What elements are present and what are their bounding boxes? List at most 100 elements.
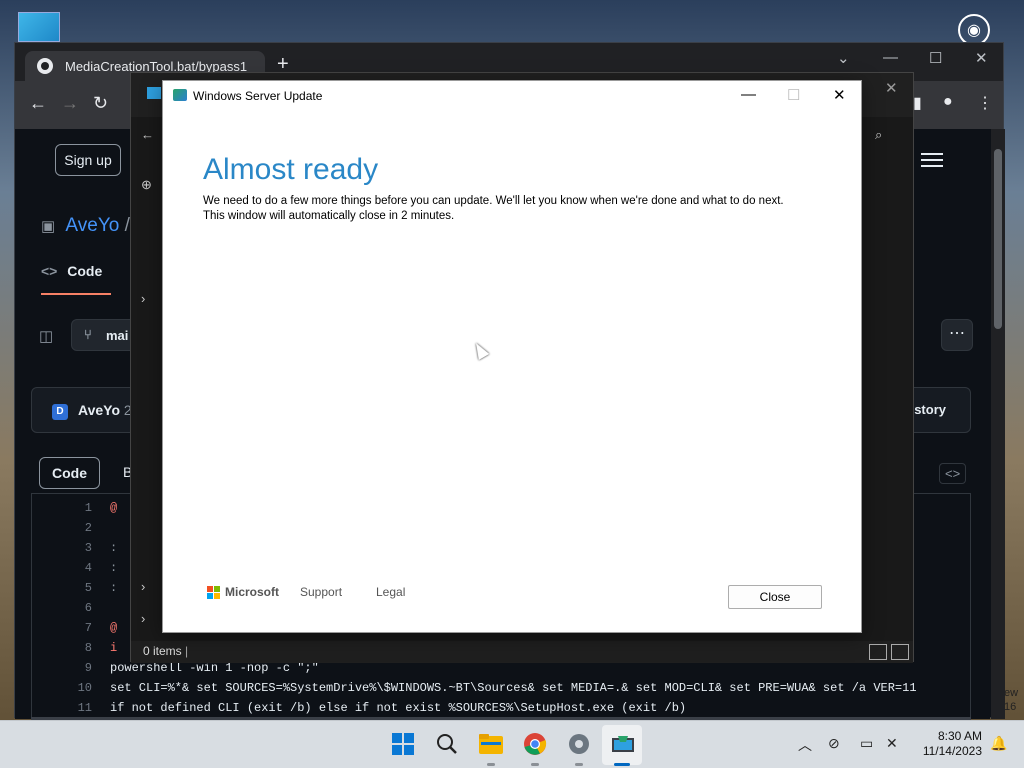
close-button[interactable]: Close <box>728 585 822 609</box>
tab-code-label: Code <box>67 263 103 279</box>
embed-icon[interactable]: <> <box>939 463 967 484</box>
edge-text: ew 16 <box>1004 686 1018 714</box>
more-options-button[interactable]: ⋯ <box>941 319 973 351</box>
commit-author-name: AveYo <box>78 402 121 418</box>
taskbar-indicator <box>487 763 495 766</box>
dialog-message-line-1: We need to do a few more things before y… <box>203 195 784 207</box>
tab-search-icon[interactable]: ⌄ <box>837 49 850 67</box>
line-content: : <box>110 541 118 555</box>
volume-icon[interactable]: ✕ <box>886 735 898 752</box>
profile-icon[interactable]: ● <box>943 93 953 111</box>
branch-icon: ⑂ <box>84 327 92 342</box>
dialog-close-x-button[interactable]: ✕ <box>833 86 846 104</box>
network-icon[interactable]: ⊘ <box>828 735 840 752</box>
line-number[interactable]: 10 <box>62 678 92 698</box>
commit-author[interactable]: AveYo 2 <box>78 402 132 418</box>
repo-icon: ▣ <box>41 218 56 235</box>
new-icon[interactable]: ⊕ <box>141 177 152 193</box>
side-panel-icon[interactable]: ▮ <box>913 93 922 113</box>
chevron-up-icon[interactable]: ︿ <box>798 735 812 755</box>
repo-breadcrumb: ▣ AveYo / <box>41 215 130 237</box>
line-number[interactable]: 5 <box>62 578 92 598</box>
dialog-minimize-button[interactable]: — <box>741 86 756 103</box>
setup-icon <box>173 89 187 101</box>
code-line: 10 set CLI=%*& set SOURCES=%SystemDrive%\… <box>32 678 970 698</box>
line-content: @ <box>110 501 118 515</box>
file-explorer-icon[interactable] <box>478 731 504 757</box>
taskbar-indicator-active <box>614 763 630 766</box>
browser-minimize-button[interactable]: — <box>883 49 898 66</box>
dialog-titlebar: Windows Server Update — ☐ ✕ <box>163 81 861 111</box>
line-number[interactable]: 8 <box>62 638 92 658</box>
details-view-icon[interactable] <box>869 644 887 660</box>
branch-label: mai <box>106 328 129 343</box>
setup-icon[interactable] <box>610 731 636 757</box>
clock[interactable]: 8:30 AM 11/14/2023 <box>912 729 982 759</box>
line-number[interactable]: 9 <box>62 658 92 678</box>
line-number[interactable]: 3 <box>62 538 92 558</box>
taskbar: ︿ ⊘ ▭ ✕ 8:30 AM 11/14/2023 🔔 <box>0 720 1024 768</box>
vertical-scrollbar[interactable] <box>991 129 1005 719</box>
dialog-message: We need to do a few more things before y… <box>203 194 823 224</box>
line-number[interactable]: 1 <box>62 498 92 518</box>
start-icon[interactable] <box>390 731 416 757</box>
line-content: set CLI=%*& set SOURCES=%SystemDrive%\$W… <box>110 681 917 695</box>
expand-chevron-icon[interactable]: › <box>141 291 145 306</box>
edge-text-line-2: 16 <box>1004 701 1017 713</box>
line-number[interactable]: 7 <box>62 618 92 638</box>
line-number[interactable]: 11 <box>62 698 92 718</box>
browser-maximize-button[interactable]: ☐ <box>929 49 942 67</box>
line-content: : <box>110 561 118 575</box>
expand-chevron-icon-3[interactable]: › <box>141 611 145 626</box>
reload-icon[interactable]: ↻ <box>93 93 108 114</box>
menu-icon[interactable]: ⋮ <box>977 93 993 113</box>
tiles-view-icon[interactable] <box>891 644 909 660</box>
avatar[interactable]: D <box>52 404 68 420</box>
microsoft-logo-icon <box>207 586 221 600</box>
notification-bell-icon[interactable]: 🔔 <box>990 735 1007 752</box>
edge-text-line-1: ew <box>1004 687 1019 699</box>
display-icon[interactable]: ▭ <box>860 735 873 752</box>
line-content: : <box>110 581 118 595</box>
line-number[interactable]: 6 <box>62 598 92 618</box>
line-number[interactable]: 4 <box>62 558 92 578</box>
line-content: i <box>110 641 118 655</box>
dialog-maximize-button: ☐ <box>787 87 801 104</box>
settings-icon[interactable] <box>566 731 592 757</box>
repo-owner-link[interactable]: AveYo <box>65 215 119 236</box>
dialog-title: Windows Server Update <box>193 89 323 103</box>
github-icon <box>37 58 53 74</box>
file-tree-icon[interactable]: ◫ <box>39 327 53 345</box>
explorer-status-bar: 0 items | <box>131 641 913 663</box>
line-number[interactable]: 2 <box>62 518 92 538</box>
item-count: 0 items <box>143 644 182 658</box>
forward-icon[interactable]: → <box>61 93 79 114</box>
clock-time: 8:30 AM <box>937 729 982 743</box>
tab-code[interactable]: <> Code <box>41 263 111 295</box>
legal-link[interactable]: Legal <box>376 585 405 599</box>
chrome-icon[interactable] <box>522 731 548 757</box>
clock-date: 11/14/2023 <box>922 744 982 758</box>
code-icon: <> <box>41 263 58 279</box>
line-content: @ <box>110 621 118 635</box>
dialog-message-line-2: This window will automatically close in … <box>203 210 455 222</box>
support-link[interactable]: Support <box>300 585 342 599</box>
taskbar-indicator <box>531 763 539 766</box>
search-icon[interactable] <box>434 731 460 757</box>
hamburger-menu-icon[interactable] <box>921 153 943 167</box>
explorer-app-icon <box>147 87 161 99</box>
expand-chevron-icon-2[interactable]: › <box>141 579 145 594</box>
taskbar-indicator <box>575 763 583 766</box>
page-title: Almost ready <box>203 153 379 186</box>
back-icon[interactable]: ← <box>29 93 47 114</box>
back-arrow-icon[interactable]: ← <box>141 127 154 142</box>
browser-close-button[interactable]: ✕ <box>975 49 988 67</box>
search-icon[interactable]: ⌕ <box>875 127 882 143</box>
desktop-icon[interactable] <box>18 12 60 42</box>
explorer-close-button[interactable]: ✕ <box>885 79 898 97</box>
sign-up-button[interactable]: Sign up <box>55 144 121 176</box>
scrollbar-thumb[interactable] <box>994 149 1002 329</box>
history-link[interactable]: istory <box>911 402 946 417</box>
code-view-button[interactable]: Code <box>39 457 100 489</box>
update-dialog: Windows Server Update — ☐ ✕ Almost ready… <box>162 80 862 633</box>
